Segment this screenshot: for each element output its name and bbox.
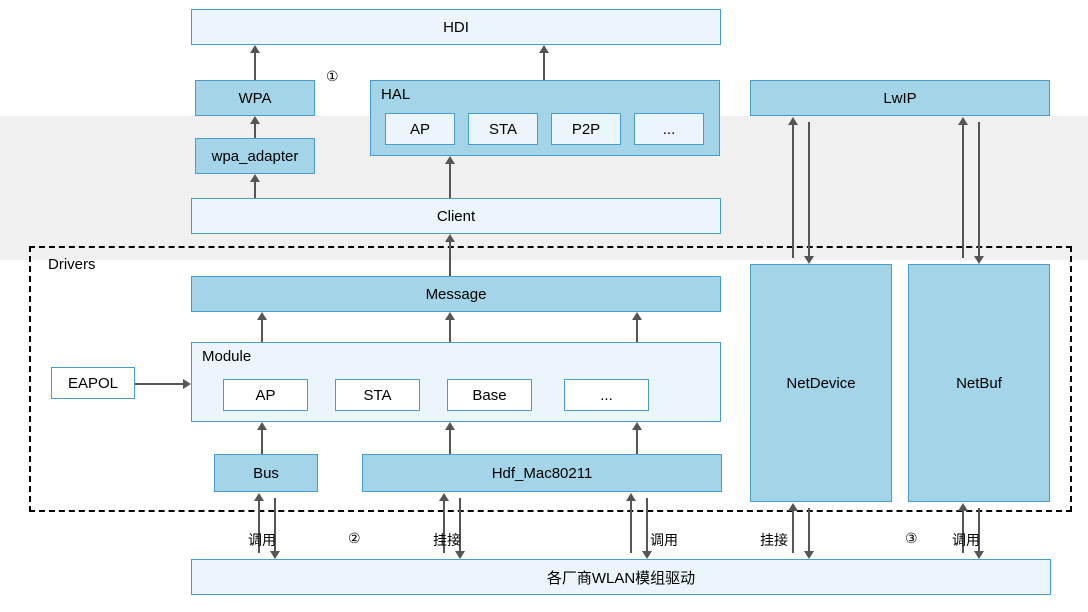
anno-call2: 调用 xyxy=(650,530,678,550)
bus-label: Bus xyxy=(253,465,279,482)
hal-ap-label: AP xyxy=(410,121,430,138)
arrow xyxy=(792,508,794,553)
arrow xyxy=(808,508,810,553)
arrow-head xyxy=(804,256,814,264)
anno-hook1: 挂接 xyxy=(433,530,461,550)
drivers-title: Drivers xyxy=(48,256,96,273)
module-more-label: ... xyxy=(600,387,613,404)
arrow-head xyxy=(788,117,798,125)
arrow-head xyxy=(257,312,267,320)
arrow-head xyxy=(445,312,455,320)
arrow xyxy=(449,160,451,198)
arrow-head xyxy=(445,156,455,164)
netdevice-label: NetDevice xyxy=(786,375,855,392)
module-base: Base xyxy=(447,379,532,411)
anno-call3: 调用 xyxy=(952,530,980,550)
hal-sta-label: STA xyxy=(489,121,517,138)
message-label: Message xyxy=(426,286,487,303)
arrow-head xyxy=(250,45,260,53)
arrow xyxy=(978,122,980,258)
module-title: Module xyxy=(202,348,251,365)
arrow-head xyxy=(250,116,260,124)
arrow-head xyxy=(183,379,191,389)
arrow-head xyxy=(958,117,968,125)
netbuf-box: NetBuf xyxy=(908,264,1050,502)
hal-ap: AP xyxy=(385,113,455,145)
vendor-box: 各厂商WLAN模组驱动 xyxy=(191,559,1051,595)
netbuf-label: NetBuf xyxy=(956,375,1002,392)
arrow xyxy=(543,50,545,80)
bus-box: Bus xyxy=(214,454,318,492)
hdfmac-box: Hdf_Mac80211 xyxy=(362,454,722,492)
arrow xyxy=(808,122,810,258)
arrow-head xyxy=(642,551,652,559)
wpa-label: WPA xyxy=(238,90,271,107)
arrow-head xyxy=(539,45,549,53)
client-box: Client xyxy=(191,198,721,234)
hdfmac-label: Hdf_Mac80211 xyxy=(492,465,593,482)
arrow xyxy=(254,50,256,80)
module-more: ... xyxy=(564,379,649,411)
arrow-head xyxy=(439,493,449,501)
arrow-head xyxy=(632,422,642,430)
eapol-box: EAPOL xyxy=(51,367,135,399)
module-ap: AP xyxy=(223,379,308,411)
module-sta: STA xyxy=(335,379,420,411)
num2: ② xyxy=(348,530,361,547)
arrow xyxy=(962,122,964,258)
arrow-head xyxy=(257,422,267,430)
anno-hook2: 挂接 xyxy=(760,530,788,550)
arrow-head xyxy=(788,503,798,511)
wpa-adapter-box: wpa_adapter xyxy=(195,138,315,174)
wpa-adapter-label: wpa_adapter xyxy=(212,148,299,165)
message-box: Message xyxy=(191,276,721,312)
arrow xyxy=(135,383,185,385)
arrow xyxy=(792,122,794,258)
arrow-head xyxy=(270,551,280,559)
arrow-head xyxy=(804,551,814,559)
wpa-box: WPA xyxy=(195,80,315,116)
lwip-box: LwIP xyxy=(750,80,1050,116)
arrow xyxy=(630,498,632,553)
anno-call1: 调用 xyxy=(248,530,276,550)
arrow-head xyxy=(632,312,642,320)
module-base-label: Base xyxy=(472,387,506,404)
vendor-label: 各厂商WLAN模组驱动 xyxy=(547,567,695,588)
lwip-label: LwIP xyxy=(883,90,916,107)
arrow-head xyxy=(974,551,984,559)
arrow xyxy=(449,238,451,276)
arrow-head xyxy=(958,503,968,511)
client-label: Client xyxy=(437,208,475,225)
arrow xyxy=(449,426,451,454)
arrow xyxy=(646,498,648,553)
num1: ① xyxy=(326,68,339,85)
hal-sta: STA xyxy=(468,113,538,145)
arrow-head xyxy=(445,422,455,430)
arrow xyxy=(261,426,263,454)
hal-more-label: ... xyxy=(663,121,676,138)
module-ap-label: AP xyxy=(255,387,275,404)
arrow-head xyxy=(974,256,984,264)
arrow-head xyxy=(445,234,455,242)
eapol-label: EAPOL xyxy=(68,375,118,392)
hdi-box: HDI xyxy=(191,9,721,45)
arrow-head xyxy=(254,493,264,501)
hdi-label: HDI xyxy=(443,19,469,36)
arrow-head xyxy=(455,551,465,559)
num3: ③ xyxy=(905,530,918,547)
hal-p2p-label: P2P xyxy=(572,121,600,138)
arrow xyxy=(636,426,638,454)
arrow-head xyxy=(626,493,636,501)
netdevice-box: NetDevice xyxy=(750,264,892,502)
hal-title: HAL xyxy=(381,86,410,103)
hal-more: ... xyxy=(634,113,704,145)
hal-p2p: P2P xyxy=(551,113,621,145)
arrow-head xyxy=(250,174,260,182)
module-sta-label: STA xyxy=(363,387,391,404)
